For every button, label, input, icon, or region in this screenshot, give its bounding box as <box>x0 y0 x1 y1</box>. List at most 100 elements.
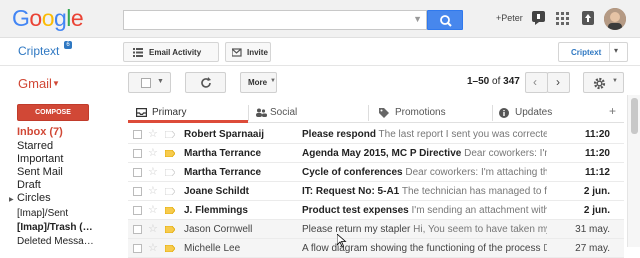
table-row[interactable]: ☆ Martha Terrance Agenda May 2015, MC P Di… <box>128 144 624 163</box>
tag-icon <box>379 108 389 118</box>
importance-marker-icon[interactable] <box>165 207 175 214</box>
star-icon[interactable]: ☆ <box>148 165 158 178</box>
table-row[interactable]: ☆ Martha Terrance Cycle of conferences Dea… <box>128 163 624 182</box>
notifications-icon[interactable] <box>532 11 545 25</box>
nav-item-inbox[interactable]: Inbox (7) <box>17 126 63 138</box>
tab-promotions[interactable]: Promotions <box>369 103 492 123</box>
logo-letter: o <box>41 5 55 31</box>
google-logo[interactable]: Google <box>12 5 84 32</box>
nav-item-sent-mail[interactable]: Sent Mail <box>17 166 63 178</box>
star-icon[interactable]: ☆ <box>148 184 158 197</box>
info-icon <box>499 108 509 118</box>
table-row[interactable]: ☆ Jason Cornwell Please return my stapler … <box>128 220 624 239</box>
refresh-button[interactable] <box>185 72 226 93</box>
tab-updates[interactable]: Updates <box>493 103 609 123</box>
nav-item-imap-trash[interactable]: [Imap]/Trash (… <box>17 222 93 233</box>
importance-marker-icon[interactable] <box>165 169 175 176</box>
scrollbar-thumb[interactable] <box>631 98 638 134</box>
search-options-icon[interactable]: ▼ <box>413 14 422 24</box>
email-date: 27 may. <box>575 243 610 254</box>
more-button[interactable]: More ▼ <box>240 72 277 93</box>
invite-button[interactable]: Invite <box>225 42 271 62</box>
star-icon[interactable]: ☆ <box>148 222 158 235</box>
select-all-checkbox-button[interactable]: ▼ <box>128 72 171 93</box>
logo-letter: e <box>70 5 84 31</box>
email-subject-snippet: IT: Request No: 5-A1 The technician has … <box>302 186 547 197</box>
email-subject: Agenda May 2015, MC P Directive <box>302 148 462 159</box>
search-button[interactable] <box>427 10 463 30</box>
nav-item-important[interactable]: Important <box>17 153 63 165</box>
tab-promotions-label: Promotions <box>395 107 446 118</box>
add-tab-icon[interactable]: + <box>609 104 616 118</box>
table-row[interactable]: ☆ Robert Sparnaaij Please respond The last… <box>128 125 624 144</box>
apps-grid-icon[interactable] <box>556 12 569 25</box>
table-row[interactable]: ☆ J. Flemmings Product test expenses I'm s… <box>128 201 624 220</box>
newer-button[interactable]: ‹ <box>525 72 548 93</box>
search-icon <box>440 15 452 27</box>
chevron-down-icon: ▾ <box>614 46 619 55</box>
user-plus-link[interactable]: +Peter <box>496 13 523 23</box>
nav-item-imap-sent[interactable]: [Imap]/Sent <box>17 208 68 219</box>
row-checkbox[interactable] <box>133 225 142 234</box>
tab-primary[interactable]: Primary <box>128 103 248 123</box>
email-sender: Martha Terrance <box>184 167 262 178</box>
email-snippet: I'm sending an attachment with <box>411 205 548 216</box>
avatar[interactable] <box>604 8 626 30</box>
email-activity-button[interactable]: Email Activity <box>123 42 219 62</box>
importance-marker-icon[interactable] <box>165 188 175 195</box>
email-date: 31 may. <box>575 224 610 235</box>
row-checkbox[interactable] <box>133 244 142 253</box>
expand-arrow-icon[interactable]: ▶ <box>9 196 14 203</box>
row-checkbox[interactable] <box>133 168 142 177</box>
row-checkbox[interactable] <box>133 130 142 139</box>
star-icon[interactable]: ☆ <box>148 146 158 159</box>
nav-item-circles[interactable]: Circles <box>17 192 51 204</box>
more-label: More <box>248 78 268 87</box>
invite-icon <box>232 48 242 57</box>
importance-marker-icon[interactable] <box>165 245 175 252</box>
criptext-bar: Criptext 6 Email Activity Invite Criptex… <box>0 38 640 66</box>
star-icon[interactable]: ☆ <box>148 127 158 140</box>
table-row[interactable]: ☆ Michelle Lee A flow diagram showing the … <box>128 239 624 258</box>
criptext-dropdown-label: Criptext <box>571 48 602 57</box>
table-row[interactable]: ☆ Joane Schildt IT: Request No: 5-A1 The t… <box>128 182 624 201</box>
email-snippet: The last report I sent you was corrected <box>378 129 547 140</box>
nav-item-deleted-messages[interactable]: Deleted Messa… <box>17 236 94 247</box>
row-checkbox[interactable] <box>133 187 142 196</box>
email-subject-snippet: Please respond The last report I sent yo… <box>302 129 547 140</box>
row-checkbox[interactable] <box>133 206 142 215</box>
importance-marker-icon[interactable] <box>165 150 175 157</box>
settings-button[interactable]: ▼ <box>583 72 624 93</box>
email-snippet: Hi, You seem to have taken my <box>413 224 547 235</box>
email-date: 11:20 <box>584 148 610 159</box>
nav-item-draft[interactable]: Draft <box>17 179 41 191</box>
chevron-down-icon[interactable]: ▼ <box>52 79 60 88</box>
email-subject: IT: Request No: 5-A1 <box>302 186 400 197</box>
email-snippet: Dear <box>543 243 547 254</box>
top-bar: Google ▼ +Peter <box>0 0 640 38</box>
star-icon[interactable]: ☆ <box>148 203 158 216</box>
email-date: 2 jun. <box>583 186 610 197</box>
criptext-logo[interactable]: Criptext <box>18 44 59 58</box>
scrollbar[interactable] <box>627 95 640 247</box>
share-icon[interactable] <box>582 11 594 25</box>
importance-marker-icon[interactable] <box>165 131 175 138</box>
nav-item-starred[interactable]: Starred <box>17 140 53 152</box>
pager-of: of <box>492 76 501 87</box>
chevron-left-icon: ‹ <box>533 75 537 89</box>
tab-social[interactable]: Social <box>249 103 368 123</box>
importance-marker-icon[interactable] <box>165 226 175 233</box>
email-subject: Please return my stapler <box>302 224 411 235</box>
email-snippet: Dear coworkers: I'm attaching the <box>405 167 547 178</box>
older-button[interactable]: › <box>547 72 570 93</box>
pager-total: 347 <box>503 76 520 87</box>
star-icon[interactable]: ☆ <box>148 241 158 254</box>
email-sender: Jason Cornwell <box>184 224 253 235</box>
gmail-menu[interactable]: Gmail <box>18 76 52 91</box>
chevron-down-icon: ▼ <box>157 78 164 85</box>
email-sender: J. Flemmings <box>184 205 248 216</box>
compose-button[interactable]: COMPOSE <box>17 104 89 121</box>
row-checkbox[interactable] <box>133 149 142 158</box>
search-input[interactable]: ▼ <box>123 10 427 30</box>
criptext-dropdown[interactable]: Criptext ▾ <box>558 42 628 62</box>
